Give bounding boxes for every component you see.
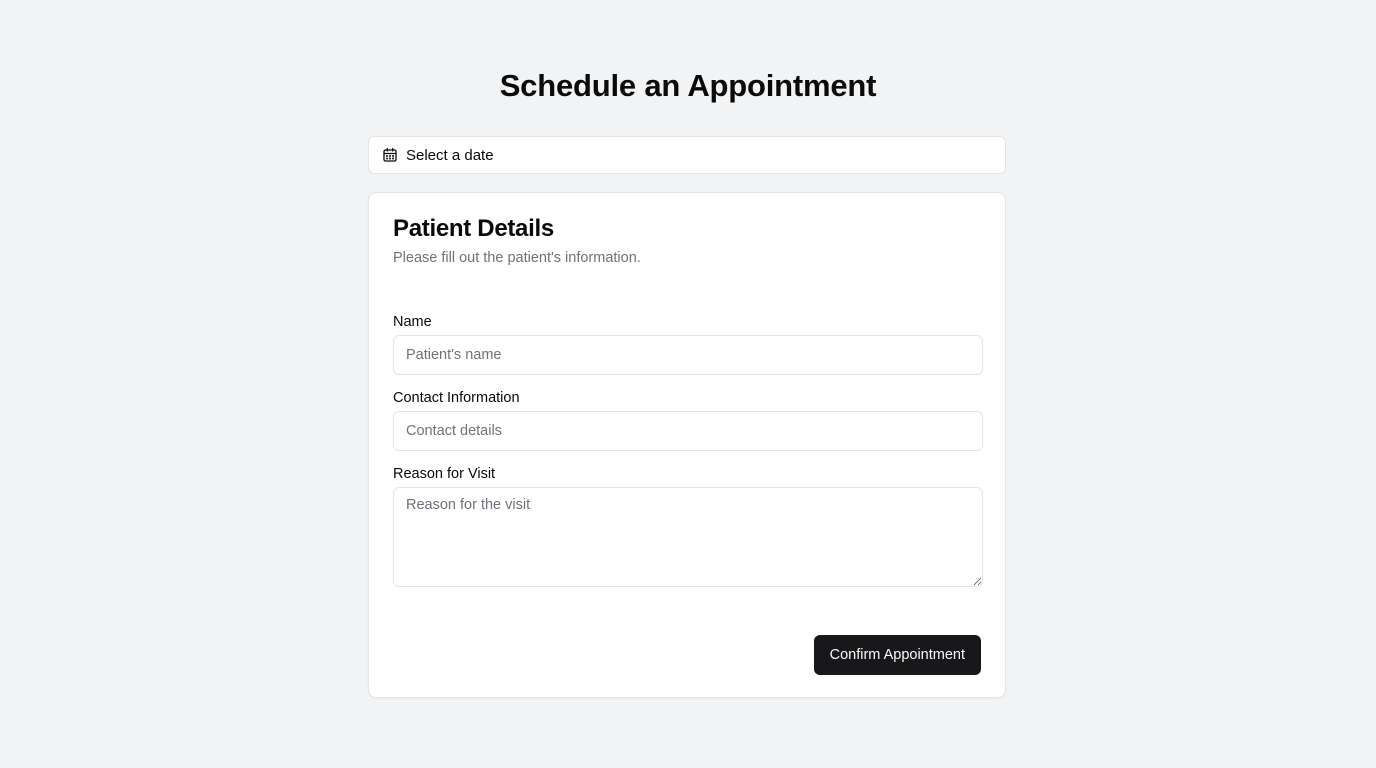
card-description: Please fill out the patient's informatio…: [393, 250, 641, 266]
patient-details-card: Patient Details Please fill out the pati…: [368, 192, 1006, 698]
calendar-icon: [382, 147, 398, 163]
reason-label: Reason for Visit: [393, 466, 496, 482]
contact-label: Contact Information: [393, 390, 520, 406]
date-picker-label: Select a date: [406, 146, 494, 164]
page-title: Schedule an Appointment: [499, 68, 877, 103]
card-title: Patient Details: [393, 215, 554, 242]
reason-textarea[interactable]: [393, 487, 983, 587]
name-label: Name: [393, 314, 432, 330]
confirm-appointment-button[interactable]: Confirm Appointment: [813, 635, 981, 675]
contact-input[interactable]: [393, 411, 983, 451]
name-input[interactable]: [393, 335, 983, 375]
date-picker-button[interactable]: Select a date: [368, 136, 1006, 174]
